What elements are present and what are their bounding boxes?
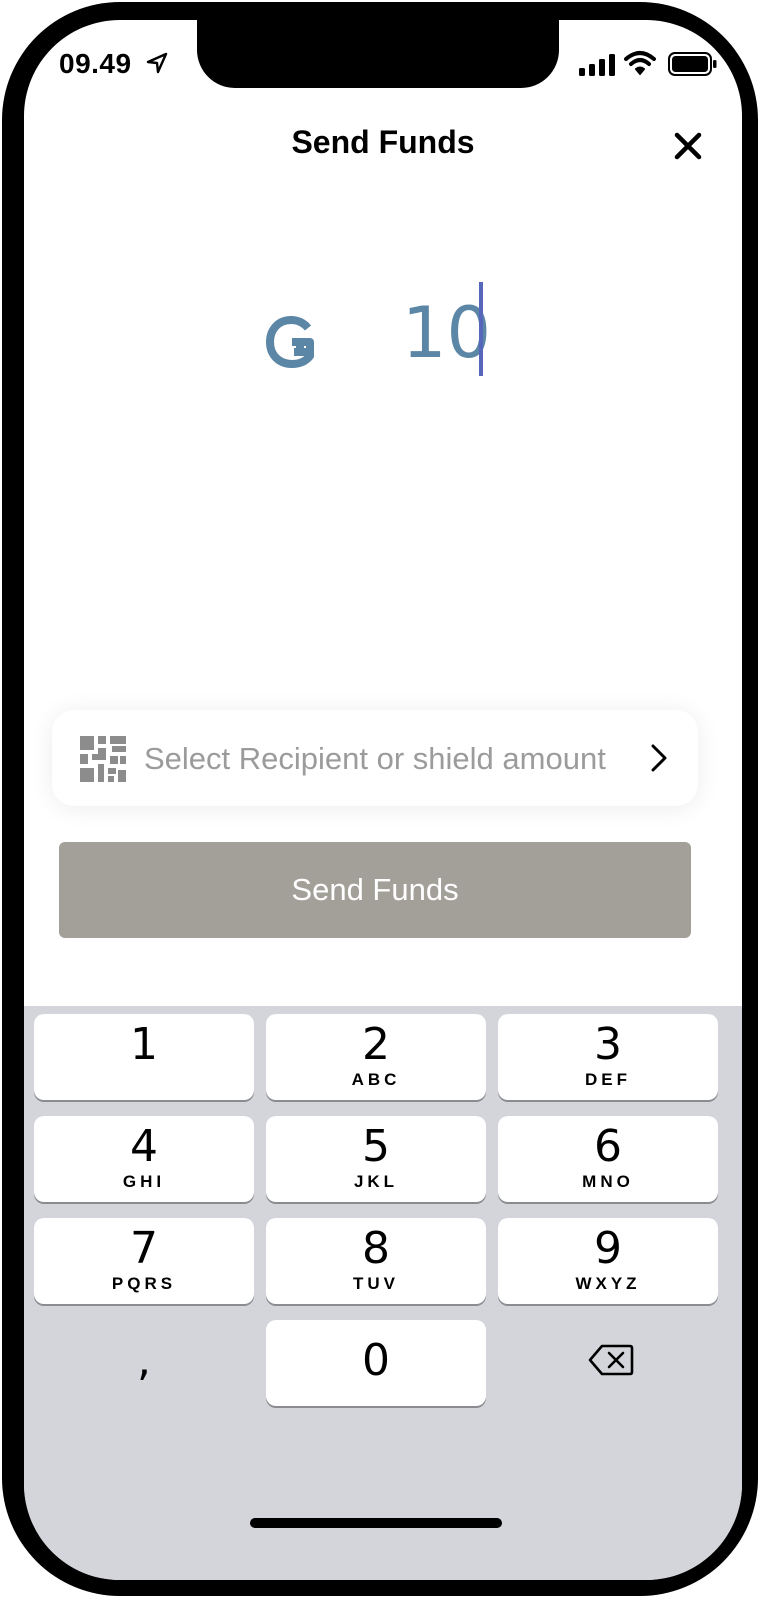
key-digit: 1	[130, 1019, 158, 1070]
key-digit: 4	[130, 1121, 158, 1172]
key-digit: 0	[362, 1335, 390, 1386]
home-indicator[interactable]	[250, 1518, 502, 1528]
key-1[interactable]: 1	[34, 1014, 254, 1100]
key-6[interactable]: 6 MNO	[498, 1116, 718, 1202]
key-digit: 8	[362, 1223, 390, 1274]
key-8[interactable]: 8 TUV	[266, 1218, 486, 1304]
location-arrow-icon	[146, 52, 168, 74]
key-digit: 7	[130, 1223, 158, 1274]
delete-backspace-icon	[588, 1344, 634, 1376]
battery-icon	[668, 52, 717, 76]
key-digit: ,	[137, 1335, 151, 1386]
key-3[interactable]: 3 DEF	[498, 1014, 718, 1100]
amount-input[interactable]: 10	[402, 298, 491, 368]
status-time: 09.49	[59, 48, 132, 79]
chevron-right-icon	[651, 744, 667, 772]
send-funds-button[interactable]: Send Funds	[59, 842, 691, 938]
key-letters: PQRS	[111, 1274, 177, 1293]
key-0[interactable]: 0	[266, 1320, 486, 1406]
page-title: Send Funds	[291, 124, 475, 160]
key-letters: GHI	[122, 1172, 166, 1191]
key-digit: 9	[594, 1223, 622, 1274]
select-recipient-button[interactable]: Select Recipient or shield amount	[52, 710, 698, 806]
key-5[interactable]: 5 JKL	[266, 1116, 486, 1202]
screen: 09.49 Send Funds 10 Select Recipient or …	[24, 20, 742, 1580]
wifi-icon	[624, 51, 656, 75]
key-letters: JKL	[353, 1172, 399, 1191]
qr-code-icon	[80, 736, 126, 782]
gtu-currency-icon	[266, 316, 314, 368]
key-digit: 5	[362, 1121, 390, 1172]
key-letters: TUV	[353, 1274, 399, 1293]
key-2[interactable]: 2 ABC	[266, 1014, 486, 1100]
cellular-signal-icon	[579, 54, 615, 76]
key-letters: ABC	[351, 1070, 401, 1089]
key-9[interactable]: 9 WXYZ	[498, 1218, 718, 1304]
key-digit: 6	[594, 1121, 622, 1172]
key-letters: DEF	[585, 1070, 631, 1089]
notch	[197, 20, 559, 88]
numeric-keypad: 1 2 ABC 3 DEF 4 GHI 5 JKL 6 MNO 7 PQRS 8…	[24, 1006, 742, 1580]
close-icon[interactable]	[668, 126, 708, 166]
key-comma[interactable]: ,	[34, 1320, 254, 1406]
phone-frame: 09.49 Send Funds 10 Select Recipient or …	[0, 0, 764, 1600]
key-letters: MNO	[582, 1172, 634, 1191]
key-letters: WXYZ	[575, 1274, 641, 1293]
key-4[interactable]: 4 GHI	[34, 1116, 254, 1202]
key-7[interactable]: 7 PQRS	[34, 1218, 254, 1304]
key-digit: 3	[594, 1019, 622, 1070]
text-cursor	[479, 282, 483, 376]
recipient-placeholder: Select Recipient or shield amount	[144, 741, 606, 776]
key-delete[interactable]	[498, 1320, 718, 1406]
key-digit: 2	[362, 1019, 390, 1070]
